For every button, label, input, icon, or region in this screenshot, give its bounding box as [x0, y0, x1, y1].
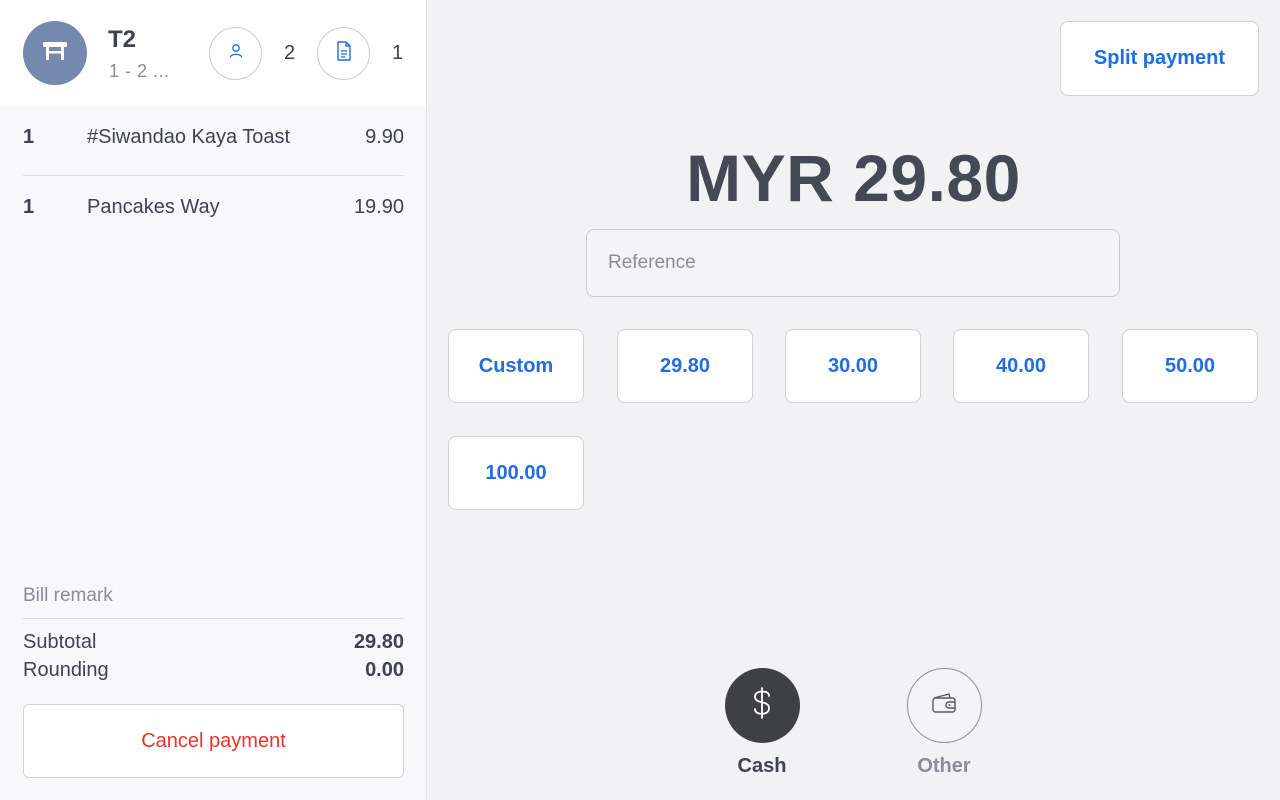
wallet-icon	[930, 691, 958, 720]
cash-method-circle[interactable]	[724, 668, 800, 743]
document-icon	[334, 40, 354, 67]
split-payment-button[interactable]: Split payment	[1060, 21, 1259, 96]
bills-count: 1	[392, 42, 404, 64]
item-qty: 1	[23, 196, 35, 218]
table-avatar[interactable]	[23, 21, 87, 85]
subtotal-label: Subtotal	[23, 631, 97, 653]
guests-count: 2	[284, 42, 296, 64]
other-label: Other	[917, 755, 971, 777]
quick-amount-button[interactable]: 29.80	[617, 329, 753, 403]
remark-divider	[23, 618, 404, 619]
person-icon	[227, 42, 245, 65]
cash-label: Cash	[737, 755, 787, 777]
payment-method-cash[interactable]: Cash	[702, 668, 822, 778]
bill-remark[interactable]: Bill remark	[23, 585, 113, 607]
cancel-payment-button[interactable]: Cancel payment	[23, 704, 404, 778]
table-icon	[41, 39, 69, 68]
item-qty: 1	[23, 126, 35, 148]
rounding-label: Rounding	[23, 659, 109, 681]
rounding-value: 0.00	[365, 659, 404, 681]
dollar-icon	[749, 686, 775, 725]
payment-method-other[interactable]: Other	[884, 668, 1004, 778]
quick-amount-button[interactable]: 50.00	[1122, 329, 1258, 403]
reference-input[interactable]	[586, 229, 1120, 297]
item-name: Pancakes Way	[87, 196, 220, 218]
order-item[interactable]: 1 #Siwandao Kaya Toast 9.90	[23, 106, 404, 176]
item-price: 9.90	[365, 126, 404, 148]
bills-button[interactable]	[317, 27, 370, 80]
order-panel: T2 1 - 2 ... 2 1 1 #Siwandao Kaya Toast …	[0, 0, 427, 800]
custom-amount-button[interactable]: Custom	[448, 329, 584, 403]
subtotal-value: 29.80	[353, 631, 404, 653]
quick-amount-button[interactable]: 100.00	[448, 436, 584, 510]
table-name: T2	[108, 26, 137, 53]
quick-amount-button[interactable]: 30.00	[785, 329, 921, 403]
table-subtitle: 1 - 2 ...	[109, 61, 170, 81]
item-price: 19.90	[353, 196, 404, 218]
order-header: T2 1 - 2 ... 2 1	[0, 0, 426, 106]
quick-amount-button[interactable]: 40.00	[953, 329, 1089, 403]
other-method-circle[interactable]	[906, 668, 982, 743]
guests-button[interactable]	[209, 27, 262, 80]
order-item[interactable]: 1 Pancakes Way 19.90	[23, 176, 404, 246]
item-name: #Siwandao Kaya Toast	[87, 126, 291, 148]
total-amount: MYR 29.80	[686, 141, 1021, 215]
